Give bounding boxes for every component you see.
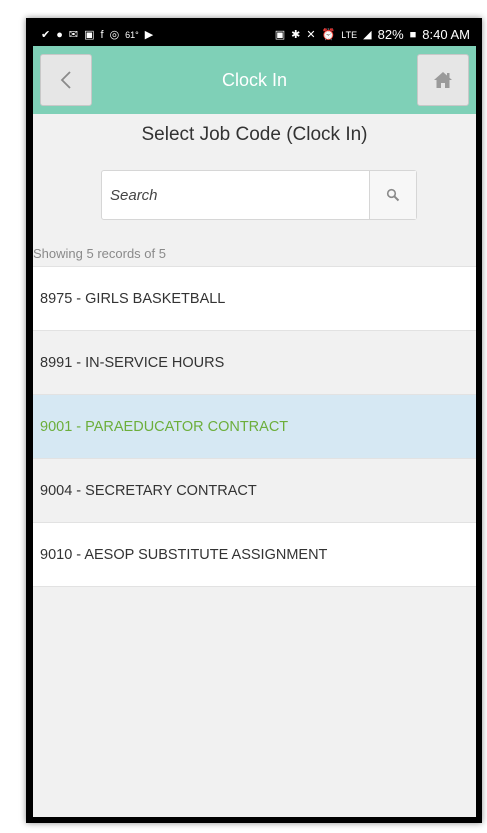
temperature-text: 61° (125, 30, 139, 40)
back-button[interactable] (40, 54, 92, 106)
search-button[interactable] (369, 171, 416, 219)
clock-time: 8:40 AM (422, 27, 470, 42)
home-button[interactable] (417, 54, 469, 106)
records-count: Showing 5 records of 5 (33, 246, 166, 261)
app-header: Clock In (33, 46, 476, 114)
messenger-icon: ● (56, 29, 63, 41)
app-screen: ✔ ● ✉ ▣ f ◎ 61° ▶ ▣ ✱ ✕ ⏰ LTE ◢ 82% ■ 8:… (33, 24, 476, 817)
list-divider (33, 586, 476, 587)
header-title: Clock In (221, 70, 288, 90)
job-code-list: 8975 - GIRLS BASKETBALL 8991 - IN-SERVIC… (33, 266, 476, 587)
alarm-icon: ⏰ (321, 29, 336, 41)
battery-percent: 82% (377, 27, 404, 42)
status-bar-notifications: ✔ ● ✉ ▣ f ◎ 61° ▶ (41, 24, 153, 46)
status-bar: ✔ ● ✉ ▣ f ◎ 61° ▶ ▣ ✱ ✕ ⏰ LTE ◢ 82% ■ 8:… (33, 24, 476, 46)
contacts-card-icon: ▣ (84, 29, 95, 41)
battery-icon: ■ (409, 29, 417, 41)
search-icon (386, 188, 400, 202)
home-icon (434, 72, 452, 88)
job-code-item[interactable]: 8975 - GIRLS BASKETBALL (33, 266, 476, 330)
page-title: Select Job Code (Clock In) (141, 124, 368, 145)
job-code-item-selected[interactable]: 9001 - PARAEDUCATOR CONTRACT (33, 394, 476, 458)
signal-strength-icon: ◢ (363, 29, 372, 41)
job-code-item[interactable]: 9004 - SECRETARY CONTRACT (33, 458, 476, 522)
wifi-icon: ◎ (109, 29, 120, 41)
signal-label: LTE (341, 30, 358, 40)
job-code-item[interactable]: 9010 - AESOP SUBSTITUTE ASSIGNMENT (33, 522, 476, 586)
job-code-item[interactable]: 8991 - IN-SERVICE HOURS (33, 330, 476, 394)
status-bar-system: ▣ ✱ ✕ ⏰ LTE ◢ 82% ■ 8:40 AM (275, 24, 470, 46)
bluetooth-icon: ✱ (291, 29, 301, 41)
check-circle-icon: ✔ (41, 29, 51, 41)
search-input[interactable] (102, 171, 370, 219)
chevron-left-icon (60, 71, 71, 89)
mail-icon: ✉ (68, 29, 79, 41)
mute-icon: ✕ (306, 29, 316, 41)
search-box (101, 170, 417, 220)
media-icon: ▶ (144, 29, 154, 41)
device-frame: ✔ ● ✉ ▣ f ◎ 61° ▶ ▣ ✱ ✕ ⏰ LTE ◢ 82% ■ 8:… (26, 18, 482, 823)
nfc-icon: ▣ (274, 29, 286, 41)
facebook-icon: f (100, 29, 104, 41)
